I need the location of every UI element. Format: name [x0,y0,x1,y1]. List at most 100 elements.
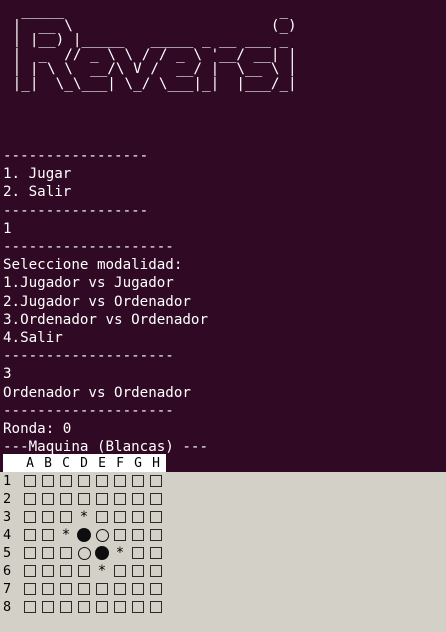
empty-square-icon [147,580,165,598]
column-label: A [26,455,34,471]
empty-square-icon [111,562,129,580]
empty-square-icon [93,490,111,508]
black-disc-icon [93,544,111,562]
column-label: E [98,455,106,471]
empty-square-icon [147,508,165,526]
black-disc-icon [75,526,93,544]
column-label: G [134,455,142,471]
board-row: 4 * [3,526,165,544]
column-label: H [152,455,160,471]
empty-square-icon [147,472,165,490]
empty-square-icon [39,526,57,544]
board-row: 5 * [3,544,165,562]
terminal-line: 1 [3,220,12,237]
board-row: 8 [3,598,165,616]
valid-move-marker: * [115,545,125,561]
empty-square-icon [129,526,147,544]
empty-square-icon [39,598,57,616]
board-column-header: ABCDEFGH [3,454,166,472]
terminal-line: 3.Ordenador vs Ordenador [3,311,208,328]
empty-square-icon [75,598,93,616]
row-label: 1 [3,473,12,489]
terminal-line: 2.Jugador vs Ordenador [3,293,191,310]
terminal-line: -------------------- [3,239,174,255]
terminal-line: -------------------- [3,348,174,365]
terminal-line: Ronda: 0 [3,421,72,437]
board-row: 7 [3,580,165,598]
empty-square-icon [75,472,93,490]
empty-square-icon [57,544,75,562]
empty-square-icon [111,526,129,544]
empty-square-icon [129,562,147,580]
empty-square-icon [21,472,39,490]
empty-square-icon [129,598,147,616]
row-label: 6 [3,563,12,579]
empty-square-icon [93,508,111,526]
valid-move-marker: * [79,509,89,525]
empty-square-icon [39,544,57,562]
valid-move-marker: * [97,563,107,579]
empty-square-icon [111,472,129,490]
empty-square-icon [111,508,129,526]
column-label: C [62,455,70,471]
empty-square-icon [129,544,147,562]
terminal-line: ----------------- [3,202,149,219]
empty-square-icon [21,598,39,616]
empty-square-icon [21,562,39,580]
terminal-line: Ordenador vs Ordenador [3,384,191,401]
empty-square-icon [75,490,93,508]
terminal-line: Seleccione modalidad: [3,257,183,274]
empty-square-icon [21,580,39,598]
empty-square-icon [129,508,147,526]
ascii-title-banner: _____ _ | __ \ (_) | |__) |_____ _____ _… [12,3,297,92]
empty-square-icon [39,562,57,580]
terminal-line: -------------------- [3,402,174,419]
empty-square-icon [75,562,93,580]
row-label: 2 [3,491,12,507]
empty-square-icon [21,490,39,508]
empty-square-icon [39,472,57,490]
terminal-line: ----------------- [3,148,149,164]
white-disc-icon [75,544,93,562]
board-row: 3 * [3,508,165,526]
empty-square-icon [21,508,39,526]
empty-square-icon [57,598,75,616]
terminal-line: 1.Jugador vs Jugador [3,275,174,292]
empty-square-icon [21,526,39,544]
row-label: 3 [3,509,12,525]
empty-square-icon [147,598,165,616]
terminal-line: 1. Jugar [3,166,72,183]
empty-square-icon [39,490,57,508]
row-label: 7 [3,581,12,597]
column-label: B [44,455,52,471]
empty-square-icon [111,580,129,598]
empty-square-icon [93,580,111,598]
terminal-line: 3 [3,366,12,383]
column-label: F [116,455,124,471]
row-label: 5 [3,545,12,561]
empty-square-icon [75,580,93,598]
terminal-line: 2. Salir [3,184,72,201]
board-row: 6 * [3,562,165,580]
empty-square-icon [93,598,111,616]
empty-square-icon [147,544,165,562]
column-label: D [80,455,88,471]
empty-square-icon [147,526,165,544]
white-disc-icon [93,526,111,544]
empty-square-icon [57,508,75,526]
row-label: 8 [3,599,12,615]
board-row: 2 [3,490,165,508]
empty-square-icon [129,490,147,508]
empty-square-icon [147,490,165,508]
empty-square-icon [111,490,129,508]
empty-square-icon [39,508,57,526]
valid-move-marker: * [61,527,71,543]
row-label: 4 [3,527,12,543]
empty-square-icon [57,490,75,508]
empty-square-icon [93,472,111,490]
empty-square-icon [39,580,57,598]
board-row: 1 [3,472,165,490]
empty-square-icon [57,472,75,490]
empty-square-icon [129,472,147,490]
terminal-line: 4.Salir [3,330,63,346]
